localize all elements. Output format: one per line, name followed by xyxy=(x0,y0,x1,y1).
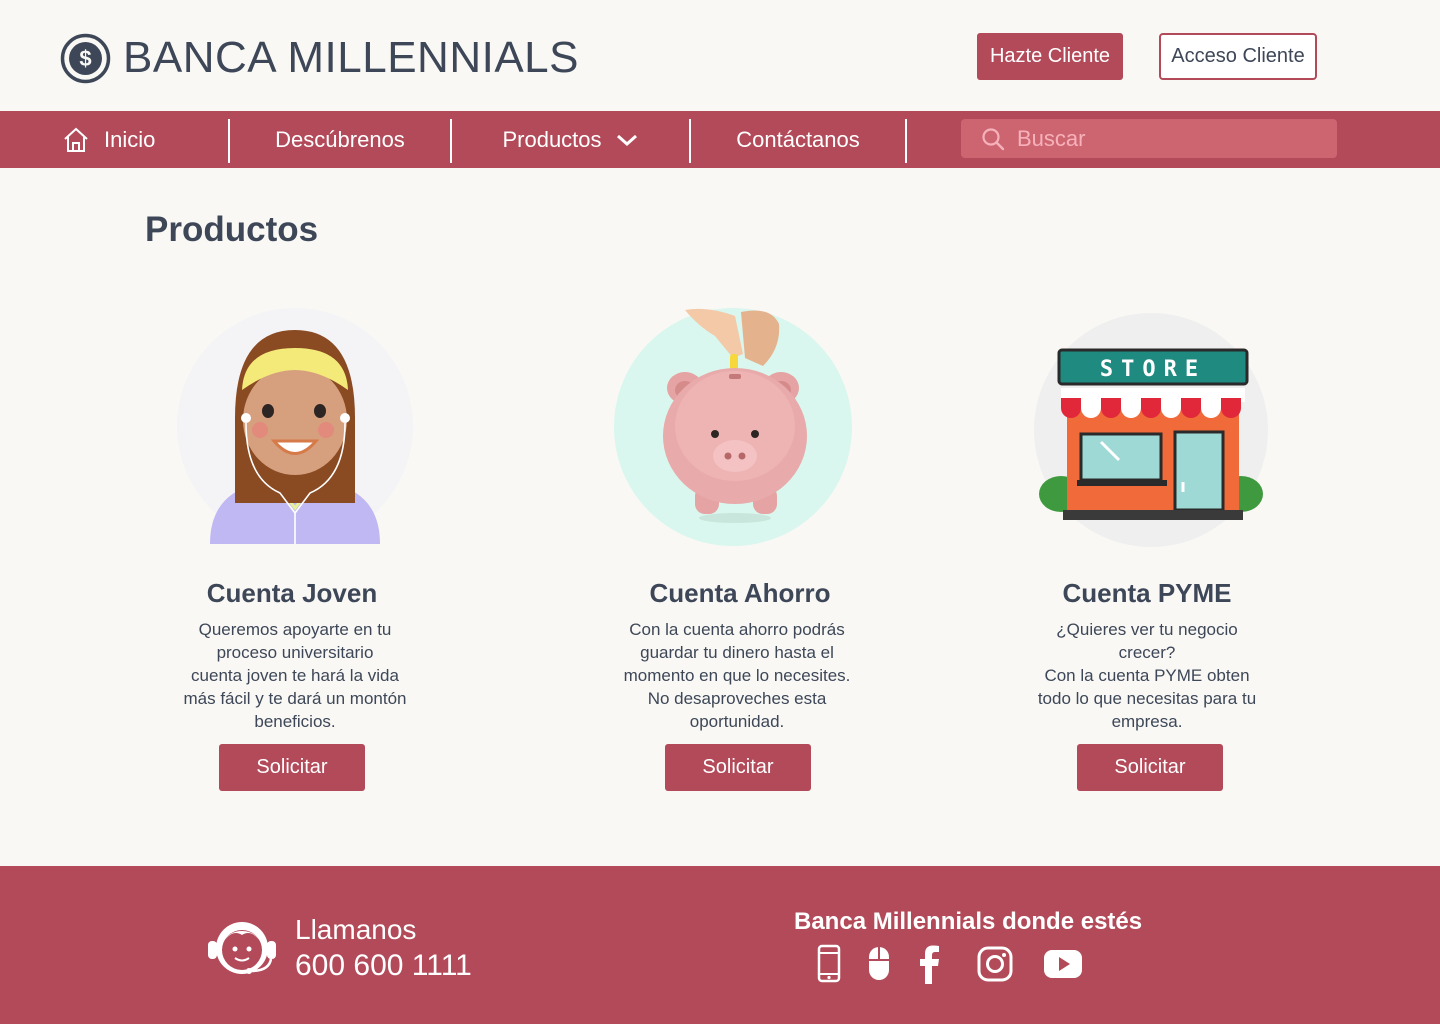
page-title: Productos xyxy=(145,210,319,249)
card-description-line: oportunidad. xyxy=(689,712,785,731)
nav-item-inicio[interactable]: Inicio xyxy=(62,111,172,168)
card-description-line: ¿Quieres ver tu negocio xyxy=(1056,620,1238,639)
mouse-icon[interactable] xyxy=(866,944,892,984)
headset-support-icon xyxy=(208,922,276,974)
main-nav: Inicio Descúbrenos Productos Contáctanos xyxy=(0,111,1440,168)
chevron-down-icon xyxy=(616,134,637,146)
card-title: Cuenta Ahorro xyxy=(649,578,831,608)
card-description-line: Con la cuenta PYME obten xyxy=(1044,666,1250,685)
card-description-line: crecer? xyxy=(1118,643,1176,662)
svg-text:$: $ xyxy=(79,46,91,71)
brand-name[interactable]: BANCA MILLENNIALS xyxy=(123,32,579,84)
card-description-line: momento en que lo necesites. xyxy=(623,666,851,685)
card-description-line: más fácil y te dará un montón xyxy=(183,689,407,708)
young-woman-illustration xyxy=(177,308,413,544)
card-description-line: cuenta joven te hará la vida xyxy=(191,666,399,685)
dollar-coin-icon: $ xyxy=(60,33,111,84)
search-input[interactable] xyxy=(1017,125,1317,152)
nav-item-label: Contáctanos xyxy=(736,126,860,152)
join-button[interactable]: Hazte Cliente xyxy=(977,33,1123,80)
card-title: Cuenta Joven xyxy=(206,578,378,608)
client-access-button[interactable]: Acceso Cliente xyxy=(1159,33,1317,80)
card-description-line: empresa. xyxy=(1111,712,1183,731)
nav-item-label: Productos xyxy=(502,126,602,152)
nav-item-productos[interactable]: Productos xyxy=(452,111,688,168)
card-description-line: Con la cuenta ahorro podrás xyxy=(629,620,845,639)
instagram-icon[interactable] xyxy=(977,944,1013,984)
nav-item-descubrenos[interactable]: Descúbrenos xyxy=(230,111,450,168)
footer-slogan: Banca Millennials donde estés xyxy=(794,908,1143,935)
home-icon xyxy=(64,127,88,152)
card-description-line: guardar tu dinero hasta el xyxy=(640,643,834,662)
mobile-icon[interactable] xyxy=(816,944,842,984)
store-sign-text: STORE xyxy=(1100,357,1206,382)
header: $ BANCA MILLENNIALS Hazte Cliente Acceso… xyxy=(0,0,1440,111)
facebook-icon[interactable] xyxy=(918,944,942,984)
call-number[interactable]: 600 600 1111 xyxy=(295,949,472,983)
card-description: Con la cuenta ahorro podrás guardar tu d… xyxy=(572,618,902,733)
footer: Llamanos 600 600 1111 Banca Millennials … xyxy=(0,866,1440,1024)
solicitar-button-ahorro[interactable]: Solicitar xyxy=(665,744,811,791)
search-box xyxy=(961,119,1337,158)
solicitar-button-pyme[interactable]: Solicitar xyxy=(1077,744,1223,791)
youtube-icon[interactable] xyxy=(1043,944,1083,984)
card-description: Queremos apoyarte en tu proceso universi… xyxy=(130,618,460,733)
store-illustration: STORE xyxy=(1034,313,1268,547)
solicitar-button-joven[interactable]: Solicitar xyxy=(219,744,365,791)
piggy-bank-illustration xyxy=(614,308,852,546)
nav-item-label: Descúbrenos xyxy=(275,126,405,152)
card-description-line: todo lo que necesitas para tu xyxy=(1037,689,1257,708)
card-description-line: Queremos apoyarte en tu xyxy=(198,620,392,639)
call-label: Llamanos xyxy=(295,914,417,945)
nav-divider xyxy=(905,119,907,163)
card-title: Cuenta PYME xyxy=(1062,578,1232,608)
card-description-line: beneficios. xyxy=(254,712,336,731)
card-description: ¿Quieres ver tu negocio crecer? Con la c… xyxy=(982,618,1312,733)
search-icon[interactable] xyxy=(981,127,1005,151)
nav-item-contactanos[interactable]: Contáctanos xyxy=(691,111,905,168)
card-description-line: proceso universitario xyxy=(216,643,374,662)
card-description-line: No desaproveches esta xyxy=(647,689,827,708)
nav-item-label: Inicio xyxy=(104,126,156,152)
